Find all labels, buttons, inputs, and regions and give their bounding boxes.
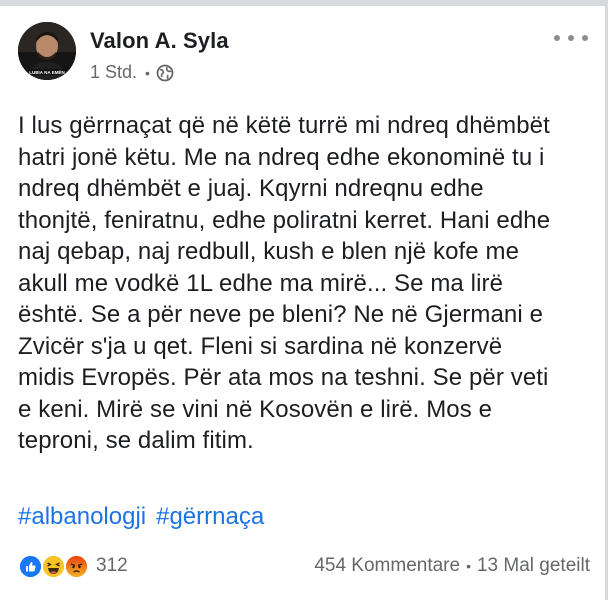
post-text-line: tepronі, se dalim fitim. — [18, 427, 254, 454]
avatar-image: LUBIA NA EMËN — [18, 22, 76, 80]
post-text-line: midis Evropës. Për ata mos na teshni. Se… — [18, 364, 549, 391]
post-text-line: naj qebap, naj redbull, kush e blen një … — [18, 238, 520, 265]
author-name[interactable]: Valon A. Syla — [90, 28, 229, 54]
hashtag-link[interactable]: #gërrnaça — [156, 503, 264, 531]
like-icon — [18, 554, 43, 579]
engagement-stats: 454 Kommentare • 13 Mal geteilt — [314, 555, 590, 577]
hashtags: #albanologji #gërrnaça — [18, 503, 264, 531]
angry-icon — [64, 554, 89, 579]
post-meta: 1 Std. • — [90, 62, 174, 83]
post-text-line: thonjtë, feniratnu, edhe poliratni kerre… — [18, 206, 551, 234]
post-text-line: I lus gërrnaçat që në këtë turrë mi ndre… — [18, 112, 550, 139]
more-dot-icon — [568, 35, 574, 41]
post-text-line: është. Se a për neve pe bleni? Ne në Gje… — [18, 301, 544, 328]
hashtag-link[interactable]: #albanologji — [18, 503, 146, 531]
more-options-button[interactable] — [554, 28, 588, 48]
shares-count[interactable]: 13 Mal geteilt — [477, 555, 590, 576]
post-footer: 312 454 Kommentare • 13 Mal geteilt — [18, 552, 590, 582]
reaction-count[interactable]: 312 — [96, 555, 128, 577]
more-dot-icon — [582, 35, 588, 41]
post-text-line: akull me vodkë 1L edhe ma mirë... Se ma … — [18, 269, 504, 297]
more-dot-icon — [554, 35, 560, 41]
reactions-summary[interactable] — [18, 552, 98, 580]
meta-separator: • — [145, 64, 150, 81]
post-text-line: hatri jonë këtu. Me na ndreq edhe ekonom… — [18, 143, 545, 171]
avatar-caption: LUBIA NA EMËN — [29, 69, 64, 75]
top-divider — [0, 0, 608, 6]
stats-separator: • — [466, 558, 471, 574]
globe-icon — [156, 64, 174, 82]
post-time[interactable]: 1 Std. — [90, 62, 137, 83]
avatar[interactable]: LUBIA NA EMËN — [18, 22, 76, 80]
haha-icon — [41, 554, 66, 579]
post-text-line: ndreq dhëmbët e juaj. Kqyrni ndreqnu edh… — [18, 175, 484, 202]
post-text: I lus gërrnaçat që në këtë turrë mi ndre… — [18, 110, 590, 457]
post-header: LUBIA NA EMËN Valon A. Syla 1 Std. • — [18, 22, 588, 86]
comments-count[interactable]: 454 Kommentare — [314, 555, 460, 576]
post-text-line: Zvicër s'ja u qet. Fleni si sardina në k… — [18, 332, 503, 360]
post-text-line: e keni. Mirë se vini në Kosovën e lirë. … — [18, 395, 493, 423]
